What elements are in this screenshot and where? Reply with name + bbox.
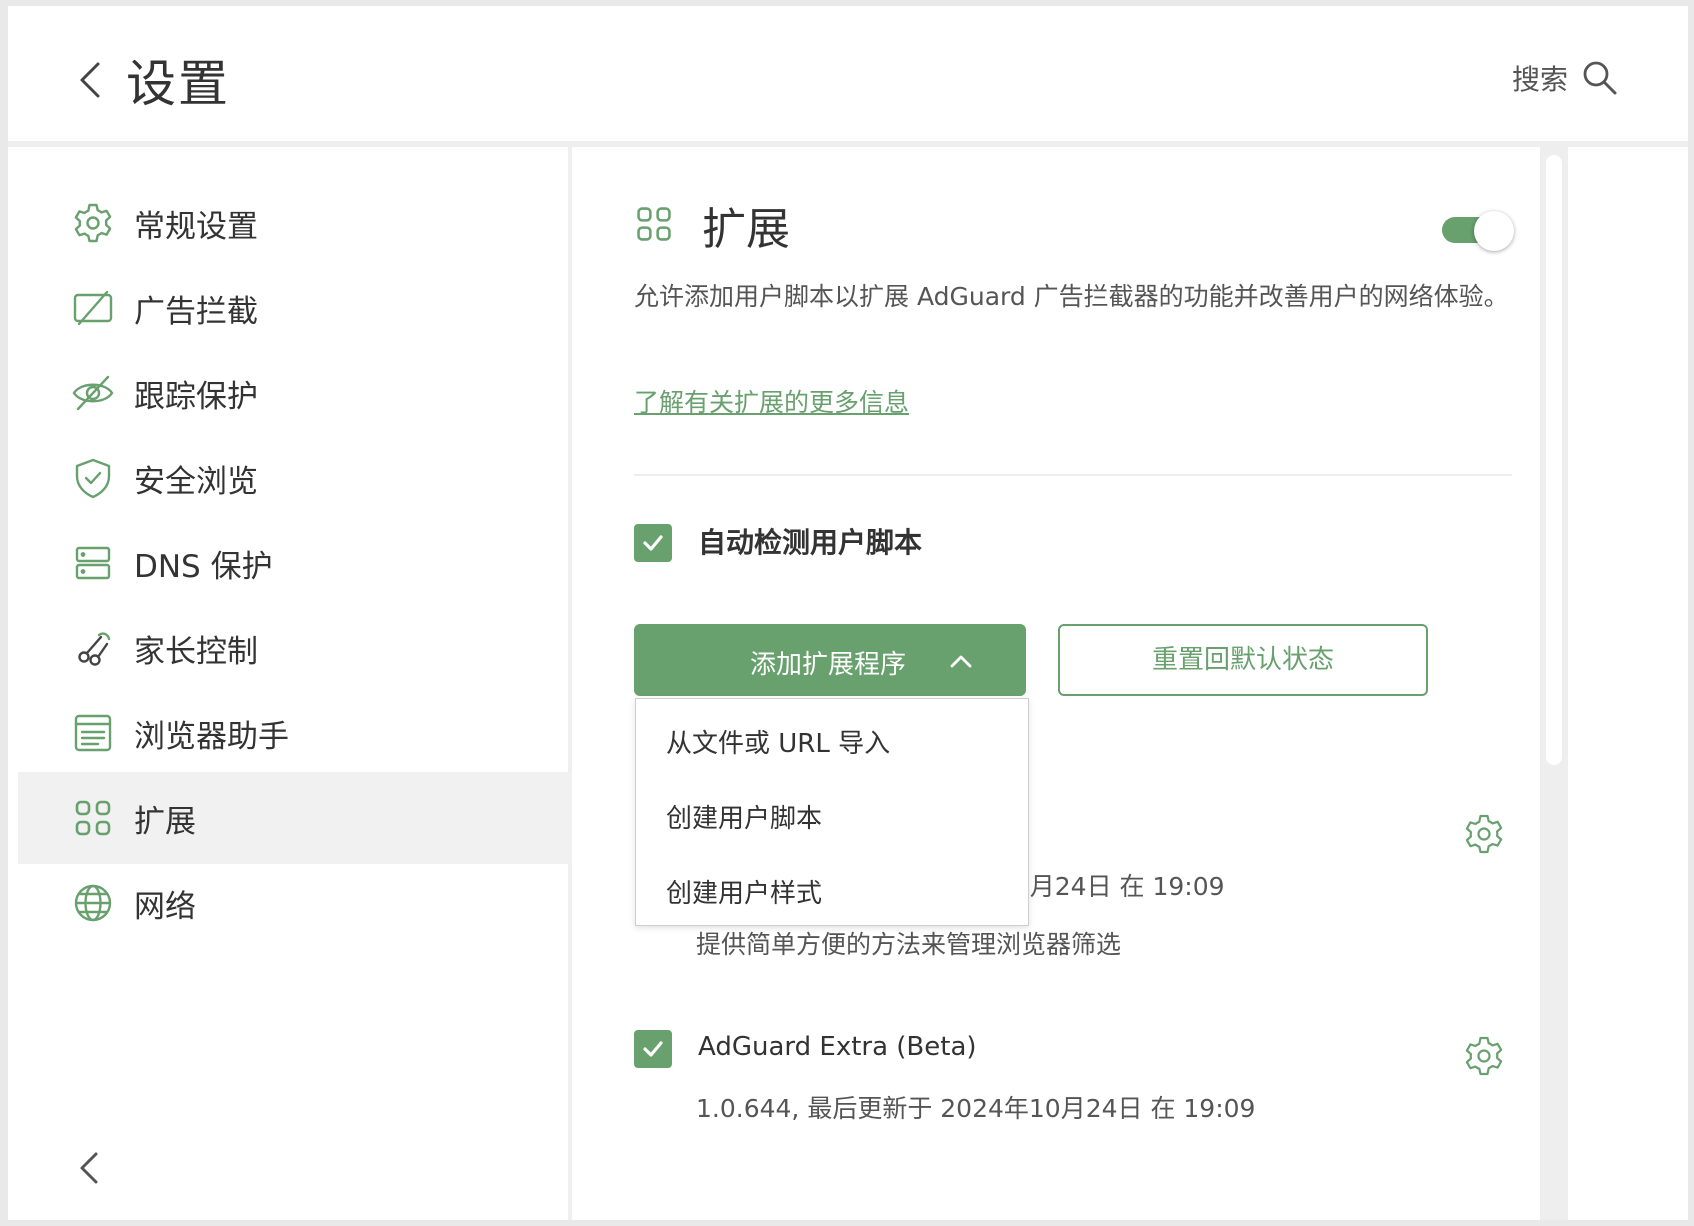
- eye-slash-icon: [70, 370, 116, 416]
- sidebar-item-tracking[interactable]: 跟踪保护: [18, 347, 574, 439]
- toggle-knob: [1474, 211, 1514, 251]
- extensions-toggle[interactable]: [1442, 211, 1516, 251]
- extension-checkbox[interactable]: [634, 1030, 672, 1068]
- gear-icon: [70, 200, 116, 246]
- sidebar-item-label: 跟踪保护: [134, 378, 258, 415]
- shield-icon: [70, 455, 116, 501]
- extension-settings-button[interactable]: [1462, 812, 1506, 856]
- check-icon: [643, 535, 663, 551]
- sidebar-item-label: 常规设置: [134, 208, 258, 245]
- sidebar-item-ad-blocking[interactable]: 广告拦截: [18, 262, 574, 354]
- reset-default-button[interactable]: 重置回默认状态: [1058, 624, 1428, 696]
- check-icon: [643, 1041, 663, 1057]
- sidebar: 常规设置 广告拦截 跟踪保护 安全浏览 DNS 保护 家长控制 浏览器助手 扩展…: [8, 147, 574, 1220]
- extension-name: AdGuard Extra (Beta): [698, 1032, 977, 1062]
- dropdown-item-create-userstyle[interactable]: 创建用户样式: [666, 873, 822, 910]
- sidebar-item-label: 扩展: [134, 803, 196, 840]
- sidebar-item-parental[interactable]: 家长控制: [18, 602, 574, 694]
- collapse-sidebar-button[interactable]: [72, 1146, 112, 1190]
- add-extension-button[interactable]: 添加扩展程序: [634, 624, 1026, 696]
- parental-icon: [70, 625, 116, 671]
- gear-icon: [1465, 1036, 1503, 1076]
- page-title: 设置: [126, 55, 230, 113]
- dropdown-item-create-userscript[interactable]: 创建用户脚本: [666, 798, 822, 835]
- main-panel: 扩展 允许添加用户脚本以扩展 AdGuard 广告拦截器的功能并改善用户的网络体…: [572, 147, 1668, 1220]
- chevron-left-icon: [80, 62, 100, 98]
- extension-updated-date: )月24日 在 19:09: [1020, 872, 1225, 901]
- search-label: 搜索: [1511, 63, 1568, 96]
- server-icon: [70, 540, 116, 586]
- extension-description: 提供简单方便的方法来管理浏览器筛选: [696, 930, 1122, 959]
- search-button[interactable]: 搜索: [1512, 58, 1618, 98]
- add-extension-dropdown: 从文件或 URL 导入 创建用户脚本 创建用户样式: [635, 698, 1029, 926]
- scrollbar-thumb[interactable]: [1546, 155, 1562, 765]
- sidebar-item-label: 网络: [134, 888, 196, 925]
- sidebar-item-label: 安全浏览: [134, 463, 258, 500]
- sidebar-item-dns[interactable]: DNS 保护: [18, 517, 574, 609]
- header: 设置 搜索: [8, 6, 1688, 147]
- grid-icon: [634, 204, 674, 248]
- sidebar-item-label: 广告拦截: [134, 293, 258, 330]
- scrollbar[interactable]: [1540, 147, 1568, 1220]
- section-title: 扩展: [702, 204, 790, 255]
- extension-settings-button[interactable]: [1462, 1034, 1506, 1078]
- dropdown-item-import[interactable]: 从文件或 URL 导入: [666, 723, 890, 760]
- sidebar-item-label: DNS 保护: [134, 548, 273, 585]
- learn-more-link[interactable]: 了解有关扩展的更多信息: [634, 383, 909, 419]
- chevron-up-icon: [950, 655, 972, 668]
- globe-icon: [70, 880, 116, 926]
- auto-detect-checkbox[interactable]: [634, 524, 672, 562]
- extension-version-meta: 1.0.644, 最后更新于 2024年10月24日 在 19:09: [696, 1094, 1256, 1123]
- ad-block-icon: [70, 285, 116, 331]
- sidebar-item-label: 家长控制: [134, 633, 258, 670]
- back-button[interactable]: [72, 56, 112, 104]
- sidebar-item-browser-assistant[interactable]: 浏览器助手: [18, 687, 574, 779]
- sidebar-item-network[interactable]: 网络: [18, 857, 574, 949]
- sidebar-item-general[interactable]: 常规设置: [18, 177, 574, 269]
- search-icon: [1583, 61, 1617, 95]
- add-extension-label: 添加扩展程序: [750, 650, 907, 680]
- auto-detect-label: 自动检测用户脚本: [698, 526, 923, 559]
- browser-icon: [70, 710, 116, 756]
- divider: [634, 474, 1512, 476]
- sidebar-item-label: 浏览器助手: [134, 718, 289, 755]
- sidebar-item-extensions[interactable]: 扩展: [18, 772, 574, 864]
- settings-window: 设置 搜索 常规设置 广告拦截 跟踪保护 安全浏览 DNS 保护 家长控制 浏览…: [8, 6, 1688, 1220]
- section-description: 允许添加用户脚本以扩展 AdGuard 广告拦截器的功能并改善用户的网络体验。: [634, 282, 1509, 311]
- chevron-left-icon: [80, 1152, 98, 1184]
- gear-icon: [1465, 814, 1503, 854]
- sidebar-item-safe-browsing[interactable]: 安全浏览: [18, 432, 574, 524]
- grid-icon: [70, 795, 116, 841]
